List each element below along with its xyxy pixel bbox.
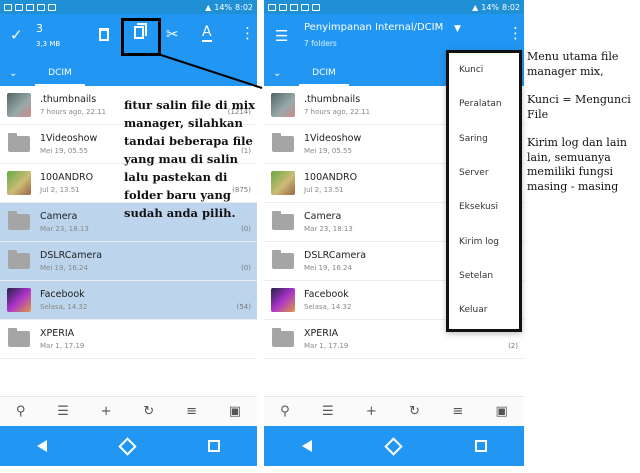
dropdown-arrow-icon[interactable]: ▼: [454, 24, 461, 34]
battery-level: 14%: [481, 2, 500, 12]
status-bar: ▲ 14% 8:02: [264, 0, 524, 14]
menu-item[interactable]: Saring: [449, 122, 519, 156]
notification-icons: [268, 3, 320, 11]
bottom-toolbar: ⚲ ☰ + ↻ ≡ ▣: [264, 396, 524, 426]
chevron-down-icon[interactable]: ⌄: [273, 68, 281, 79]
tab-dcim[interactable]: DCIM: [299, 62, 349, 86]
folder-count: 7 folders: [304, 39, 337, 48]
home-icon[interactable]: [383, 436, 403, 456]
menu-item[interactable]: Server: [449, 156, 519, 190]
signal-icon: ▲: [472, 2, 479, 12]
clock: 8:02: [502, 2, 520, 12]
menu-item[interactable]: Setelan: [449, 259, 519, 293]
add-icon[interactable]: +: [366, 404, 377, 419]
folder-icon: [270, 248, 296, 274]
android-nav-bar: [264, 426, 524, 466]
menu-item[interactable]: Kirim log: [449, 224, 519, 258]
folder-thumbnail: [270, 287, 296, 313]
folder-icon: [270, 131, 296, 157]
overflow-menu: Kunci Peralatan Saring Server Eksekusi Kirim …: [446, 50, 522, 332]
system-icons: ▲ 14% 8:02: [472, 3, 520, 12]
folder-icon: [270, 326, 296, 352]
side-note-3: Kirim log dan lain lain, semuanya memili…: [527, 136, 627, 193]
back-icon[interactable]: [301, 440, 312, 452]
folder-thumbnail: [270, 92, 296, 118]
more-options-icon[interactable]: ⋮: [508, 24, 523, 42]
path-title[interactable]: Penyimpanan Internal/DCIM: [304, 22, 443, 33]
side-note-2: Kunci = Mengunci File: [527, 93, 631, 121]
refresh-icon[interactable]: ↻: [409, 404, 420, 419]
menu-item[interactable]: Keluar: [449, 293, 519, 327]
menu-item[interactable]: Peralatan: [449, 87, 519, 121]
view-list-icon[interactable]: ☰: [322, 404, 334, 419]
menu-item[interactable]: Eksekusi: [449, 190, 519, 224]
select-all-icon[interactable]: ▣: [496, 404, 508, 419]
folder-thumbnail: [270, 170, 296, 196]
search-icon[interactable]: ⚲: [280, 404, 290, 419]
folder-icon: [270, 209, 296, 235]
hamburger-menu-icon[interactable]: ☰: [275, 27, 288, 45]
sort-icon[interactable]: ≡: [452, 404, 463, 419]
side-note-1: Menu utama file manager mix,: [527, 50, 619, 78]
recents-icon[interactable]: [474, 440, 487, 452]
side-annotation: Menu utama file manager mix, Kunci = Men…: [527, 50, 640, 208]
menu-item[interactable]: Kunci: [449, 53, 519, 87]
item-count: (2): [508, 342, 518, 350]
item-date: Mar 1, 17.19: [304, 342, 349, 350]
screenshot-composite: ▲ 14% 8:02 ✓ 3 3,3 MB ✂ A ⋮ ⌄ DCIM .thum…: [0, 0, 640, 473]
